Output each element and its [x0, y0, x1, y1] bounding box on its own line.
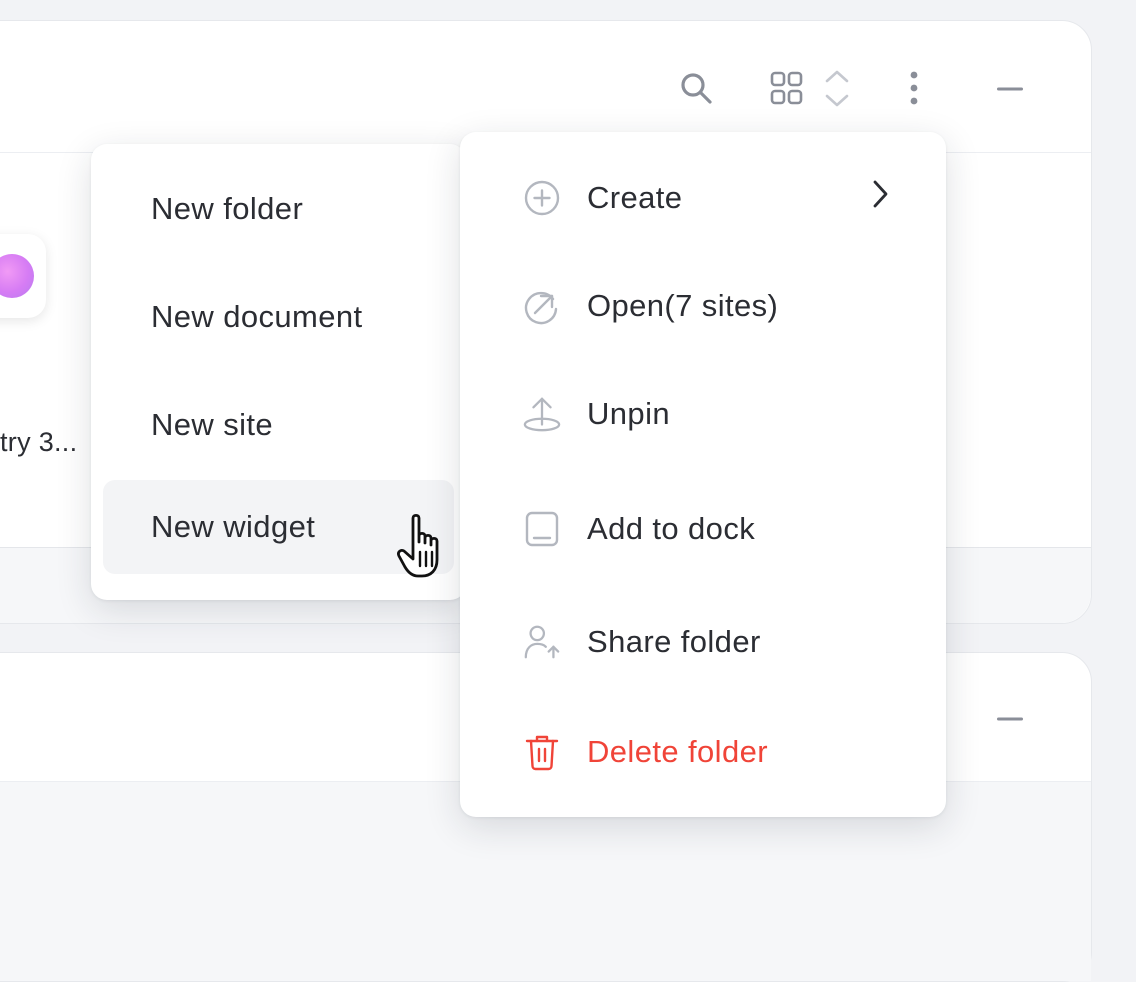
share-user-icon [522, 622, 562, 662]
menu-item-label: Add to dock [587, 511, 756, 546]
hand-cursor-icon [396, 512, 460, 584]
menu-item-share-folder[interactable]: Share folder [472, 592, 934, 692]
menu-item-add-to-dock[interactable]: Add to dock [472, 479, 934, 579]
menu-item-label: New document [151, 299, 363, 334]
chevron-right-icon [870, 178, 890, 218]
menu-item-new-document[interactable]: New document [103, 270, 454, 364]
menu-item-unpin[interactable]: Unpin [472, 364, 934, 464]
menu-item-label: Create [587, 180, 683, 215]
menu-item-create[interactable]: Create [472, 148, 934, 248]
menu-item-delete-folder[interactable]: Delete folder [472, 702, 934, 802]
unpin-icon [522, 394, 562, 434]
menu-item-new-folder[interactable]: New folder [103, 162, 454, 256]
menu-item-label: Share folder [587, 624, 761, 659]
more-vertical-icon[interactable] [896, 66, 932, 110]
menu-item-label: New site [151, 407, 274, 442]
app-icon [0, 254, 34, 298]
dock-icon [522, 509, 562, 549]
menu-item-new-site[interactable]: New site [103, 378, 454, 472]
open-external-icon [522, 286, 562, 326]
menu-item-label: Open(7 sites) [587, 288, 779, 323]
search-icon[interactable] [674, 66, 718, 110]
menu-item-label: Unpin [587, 396, 670, 431]
view-mode-toggle[interactable] [766, 68, 856, 110]
menu-item-label: New folder [151, 191, 304, 226]
minus-icon[interactable] [990, 704, 1030, 734]
plus-circle-icon [522, 178, 562, 218]
minus-icon[interactable] [990, 74, 1030, 104]
grid-view-icon [770, 70, 849, 107]
folder-context-menu: Create Open(7 sites) Unpin Add to dock S… [460, 132, 946, 817]
trash-icon [522, 732, 562, 772]
menu-item-label: Delete folder [587, 734, 768, 769]
menu-item-open[interactable]: Open(7 sites) [472, 256, 934, 356]
menu-item-label: New widget [151, 509, 316, 544]
app-label-line1: st [0, 378, 100, 409]
app-tile[interactable] [0, 234, 46, 318]
